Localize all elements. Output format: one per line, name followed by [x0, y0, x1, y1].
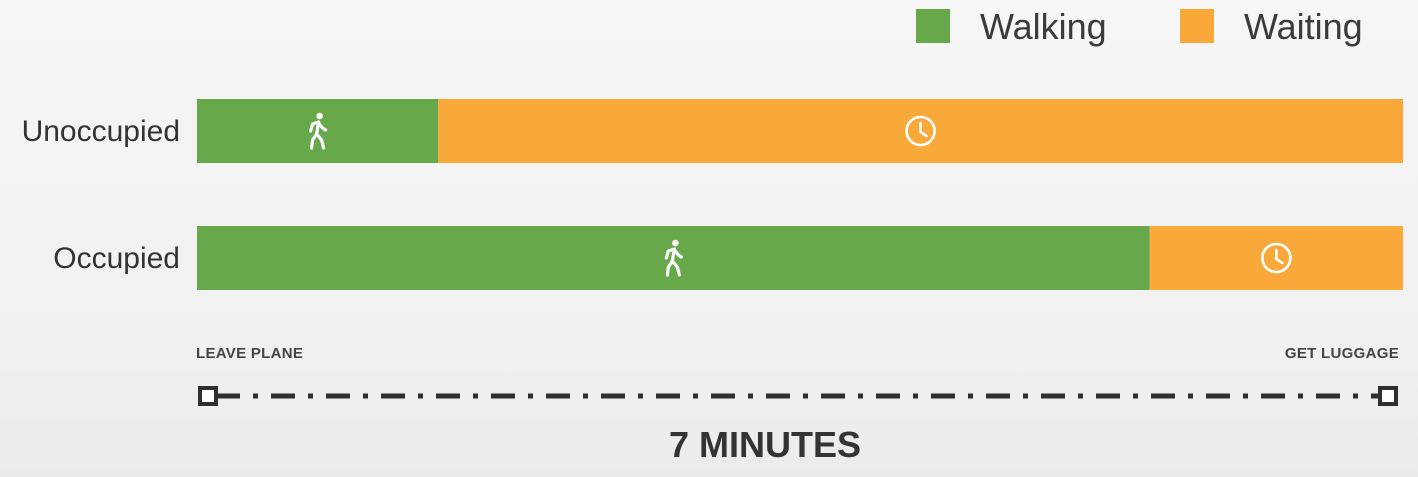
stacked-bar-chart: Walking Waiting Unoccupied Occupied LEAVE … — [22, 6, 1403, 465]
time-axis: LEAVE PLANE GET LUGGAGE 7 MINUTES — [196, 345, 1399, 465]
axis-start-label: LEAVE PLANE — [196, 345, 303, 362]
timeline-start-marker — [198, 386, 218, 406]
timeline-end-marker — [1378, 386, 1398, 406]
total-duration-label: 7 MINUTES — [669, 424, 861, 465]
legend-swatch-waiting — [1180, 9, 1214, 43]
row-label: Unoccupied — [22, 115, 180, 148]
legend-label-waiting: Waiting — [1244, 6, 1363, 47]
legend-swatch-walking — [916, 9, 950, 43]
legend: Walking Waiting — [916, 6, 1363, 47]
legend-label-walking: Walking — [980, 6, 1107, 47]
row-label: Occupied — [53, 242, 180, 275]
bar-rows: Unoccupied Occupied — [22, 99, 1403, 290]
axis-end-label: GET LUGGAGE — [1285, 345, 1399, 362]
